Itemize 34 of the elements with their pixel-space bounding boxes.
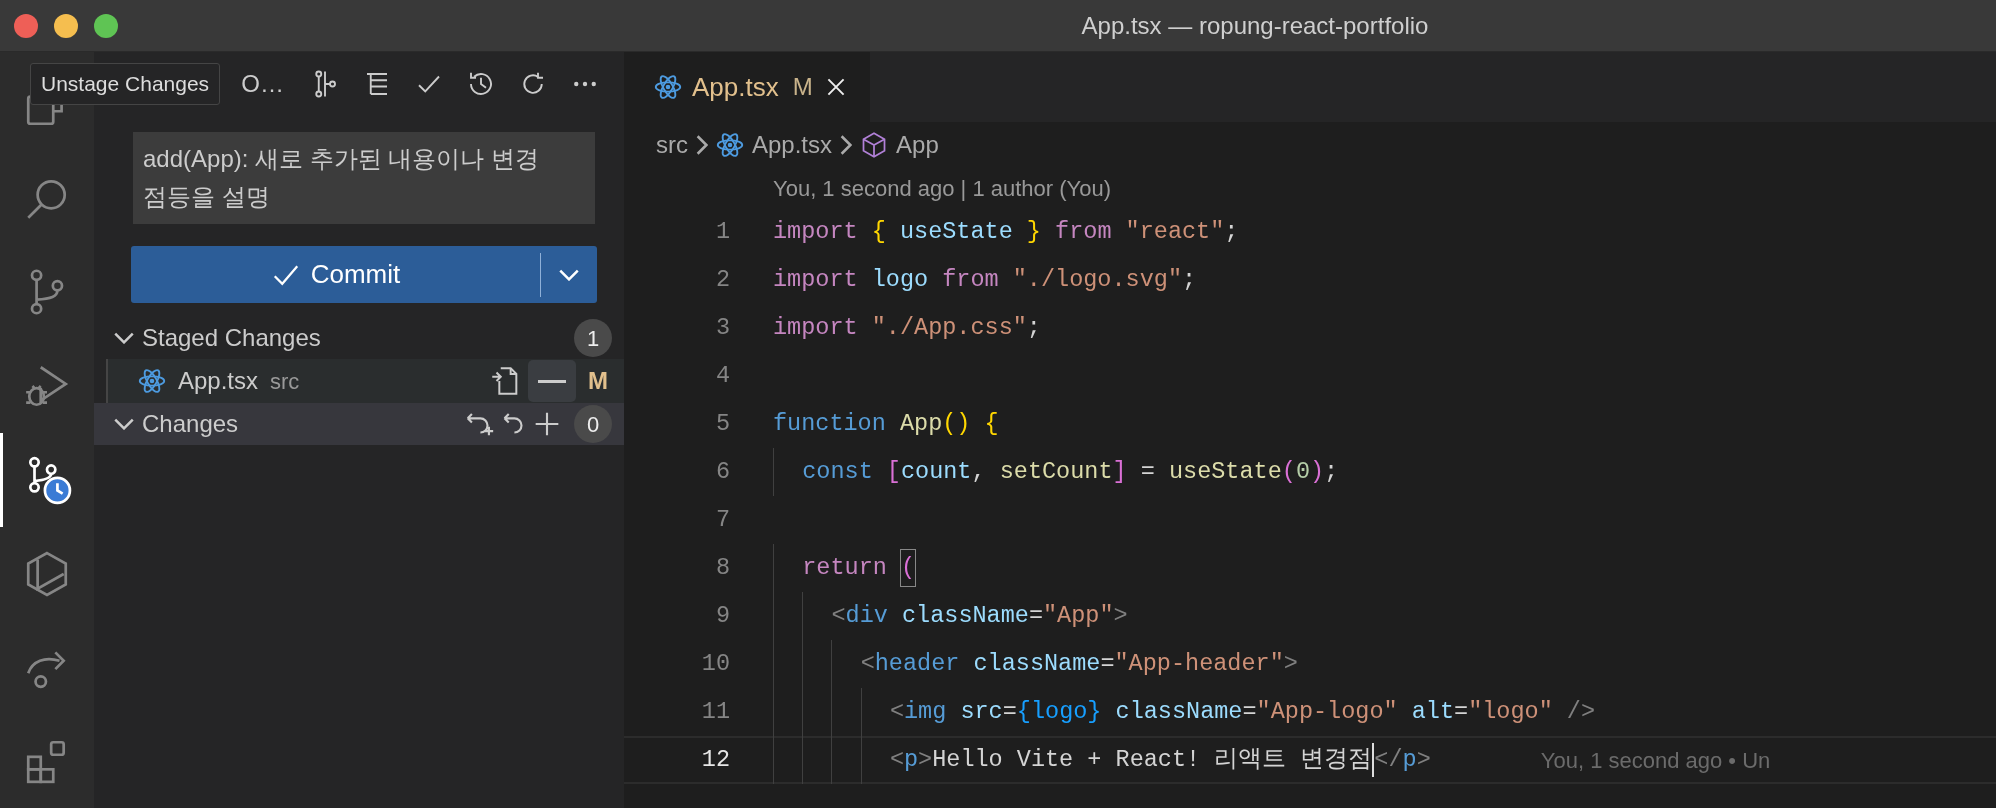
code-line: return ( (773, 544, 916, 592)
code-line: import "./App.css"; (773, 313, 1041, 344)
line-number: 5 (714, 409, 730, 440)
line-number: 11 (700, 697, 730, 728)
code-line: <img src={logo} className="App-logo" alt="logo" /> (773, 688, 1596, 736)
blame-annotation: You, 1 second ago • Un (1540, 746, 1771, 775)
view-title: O… (241, 68, 284, 99)
line-number: 1 (714, 217, 730, 248)
line-number: 4 (714, 361, 730, 392)
line-number: 2 (714, 265, 730, 296)
line-number: 12 (700, 745, 730, 776)
section-label: Changes (142, 409, 239, 439)
status-letter: M (588, 366, 608, 396)
code-line: import { useState } from "react"; (773, 217, 1239, 248)
file-name: App.tsx (178, 366, 259, 396)
code-line: function App() { (773, 409, 999, 440)
code-line: <div className="App"> (773, 592, 1128, 640)
section-label: Staged Changes (142, 323, 321, 353)
window-title: App.tsx — ropung-react-portfolio (1080, 10, 1430, 41)
tooltip: Unstage Changes (30, 63, 221, 105)
code-line: <p>Hello Vite + React! 리액트 변경점</p> (773, 738, 1431, 782)
count-badge: 1 (574, 319, 612, 357)
folder-name: src (270, 367, 300, 396)
modified-indicator: M (792, 72, 813, 102)
count-badge: 0 (574, 405, 612, 443)
line-number: 6 (714, 457, 730, 488)
code-line: const [count, setCount] = useState(0); (773, 448, 1339, 496)
line-number: 8 (714, 553, 730, 584)
line-number: 9 (714, 601, 730, 632)
code-line: import logo from "./logo.svg"; (773, 265, 1197, 296)
code-line: <header className="App-header"> (773, 640, 1298, 688)
line-number: 7 (714, 505, 730, 536)
line-number: 3 (714, 313, 730, 344)
line-number: 10 (700, 649, 730, 680)
